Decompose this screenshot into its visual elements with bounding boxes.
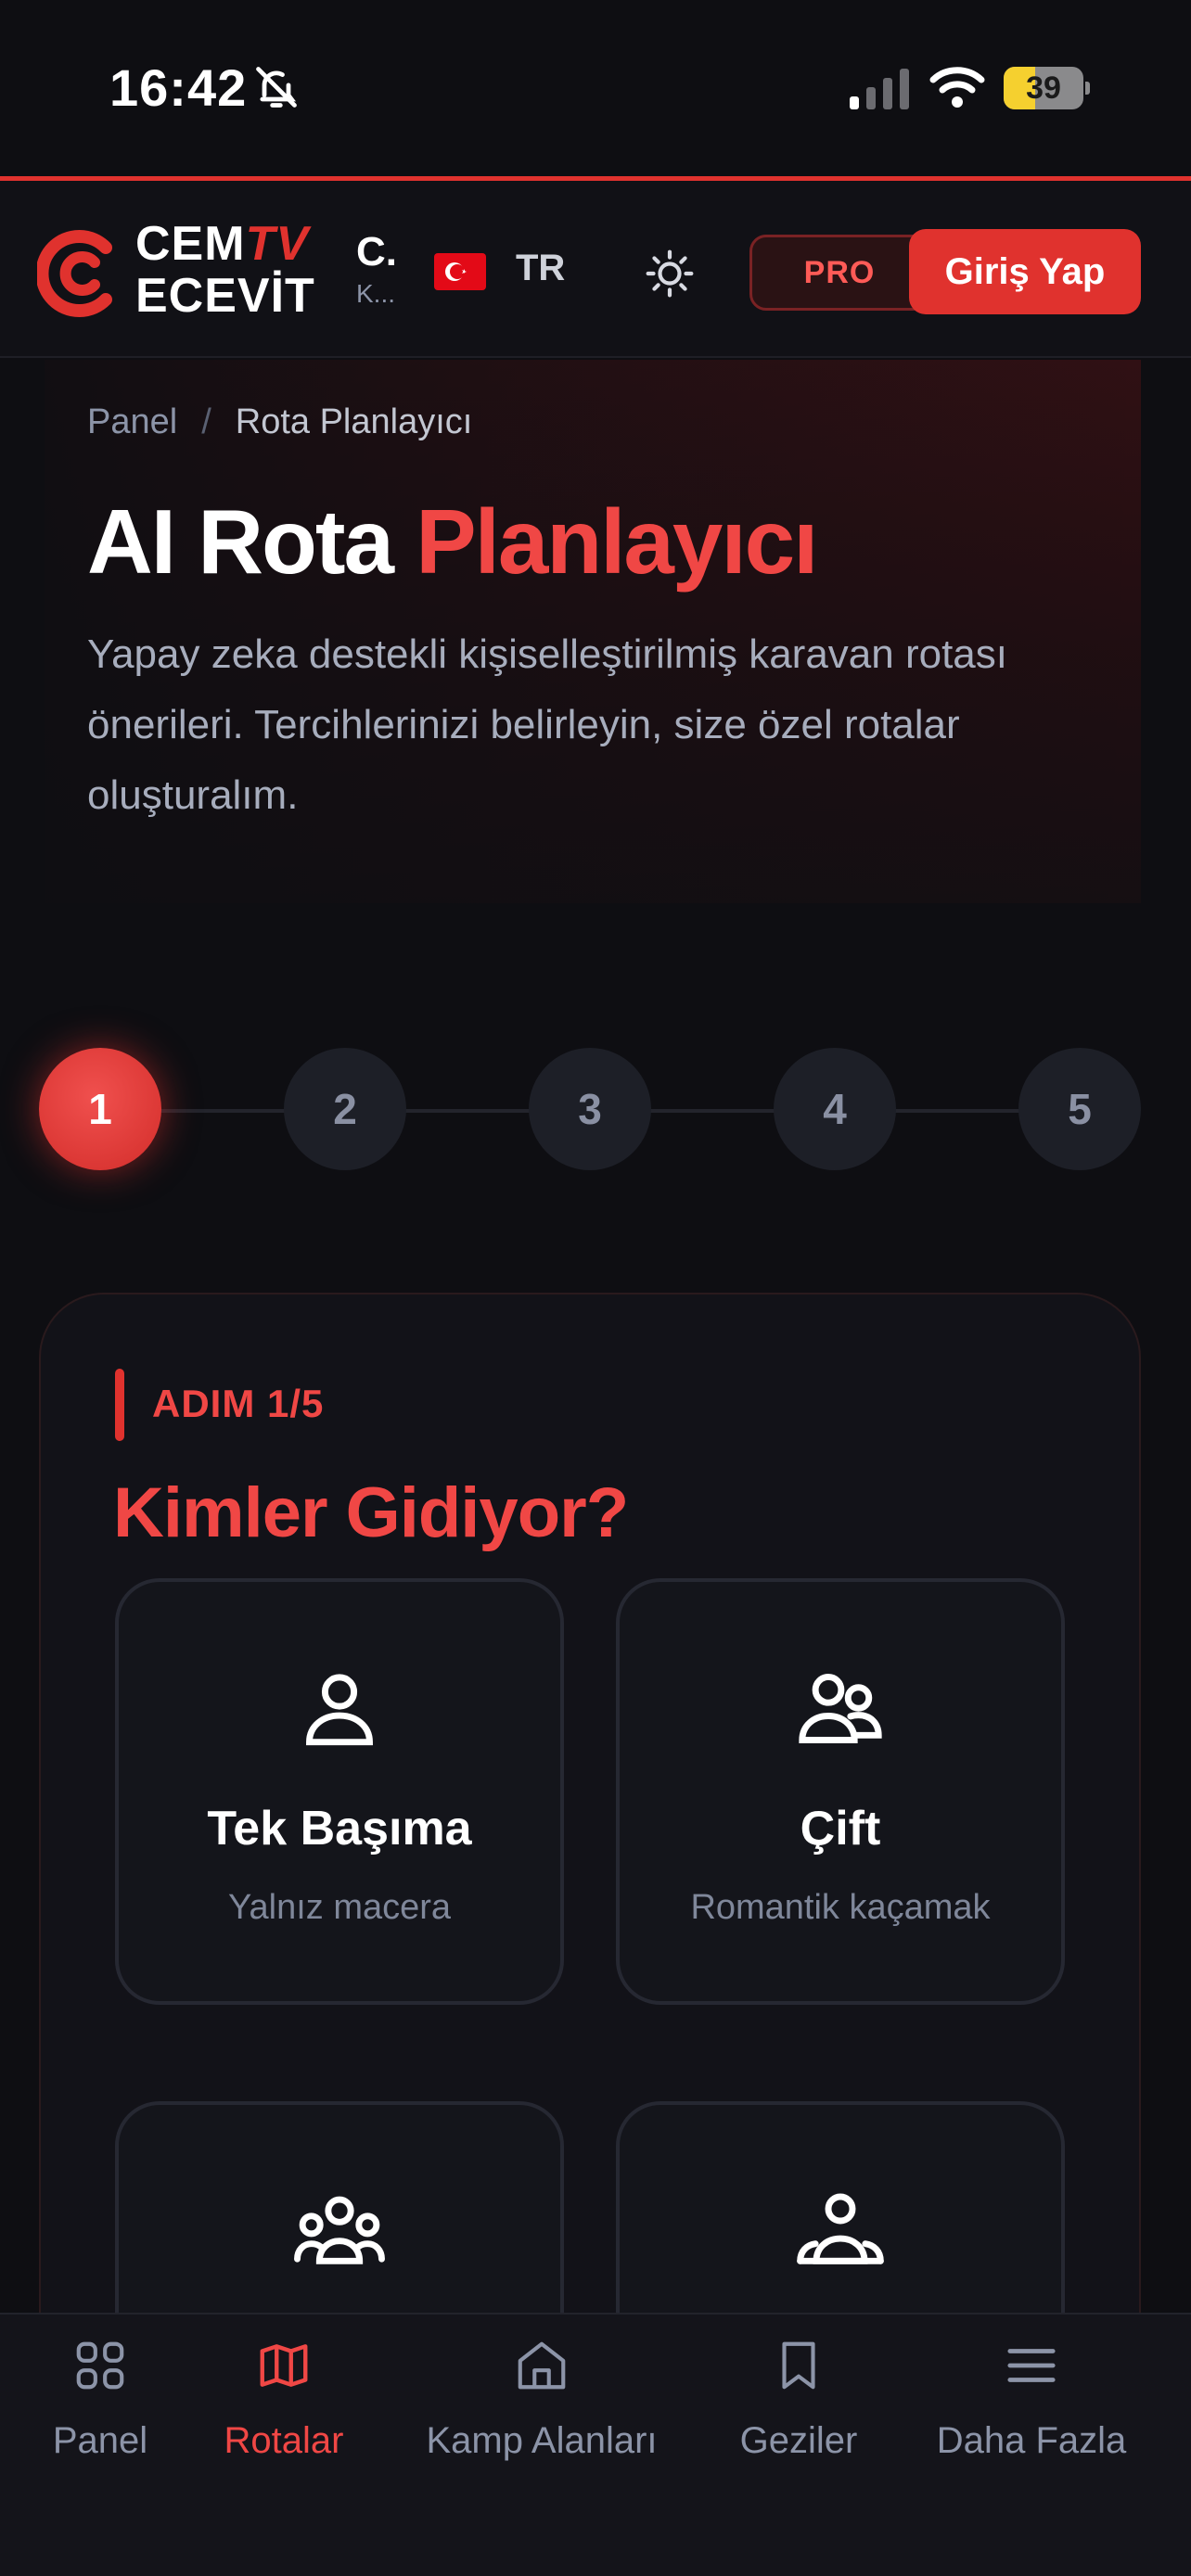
map-icon	[260, 2344, 308, 2387]
step-tag-accent-bar	[115, 1369, 124, 1441]
breadcrumb-current: Rota Planlayıcı	[235, 402, 473, 441]
step-5[interactable]: 5	[1018, 1048, 1141, 1170]
step-4[interactable]: 4	[774, 1048, 896, 1170]
bell-muted-icon	[256, 67, 297, 108]
group-icon	[294, 2196, 385, 2264]
couple-icon	[799, 1673, 882, 1743]
single-person-icon	[306, 1674, 373, 1746]
nav-label: Kamp Alanları	[426, 2420, 658, 2461]
status-time: 16:42	[109, 58, 248, 117]
step-tag: ADIM 1/5	[152, 1382, 325, 1425]
logo-cem: CEM	[135, 217, 246, 271]
language-selector[interactable]: TR	[516, 248, 565, 289]
brand-logo[interactable]: CEMTV ECEVİT	[135, 218, 339, 322]
logo-mark-icon[interactable]	[37, 227, 121, 320]
nav-label: Panel	[52, 2420, 148, 2461]
battery-indicator: 39	[1004, 67, 1090, 109]
nav-label: Daha Fazla	[936, 2420, 1127, 2461]
step-3[interactable]: 3	[529, 1048, 651, 1170]
battery-percent: 39	[1026, 70, 1061, 106]
breadcrumb-separator: /	[201, 402, 211, 441]
option-subtitle: Yalnız macera	[227, 1888, 452, 1927]
option-subtitle: Romantik kaçamak	[690, 1888, 991, 1927]
nav-label: Geziler	[739, 2420, 858, 2461]
pro-button[interactable]: PRO	[749, 235, 929, 311]
page-title-accent: Planlayıcı	[416, 491, 818, 593]
site-subtitle: K...	[356, 279, 396, 308]
logo-ecevit: ECEVİT	[135, 269, 315, 323]
nav-routes[interactable]: Rotalar	[213, 2337, 354, 2462]
step-2[interactable]: 2	[284, 1048, 406, 1170]
step-1[interactable]: 1	[39, 1048, 161, 1170]
breadcrumb: Panel / Rota Planlayıcı	[87, 402, 472, 442]
option-title: Çift	[800, 1802, 881, 1855]
option-couple[interactable]: Çift Romantik kaçamak	[616, 1578, 1065, 2005]
nav-trips[interactable]: Geziler	[729, 2337, 868, 2462]
bookmark-icon	[782, 2341, 815, 2390]
option-solo[interactable]: Tek Başıma Yalnız macera	[115, 1578, 564, 2005]
grid-icon	[76, 2341, 124, 2390]
nav-campsites[interactable]: Kamp Alanları	[412, 2337, 672, 2462]
page-title-main: AI Rota	[87, 491, 394, 593]
nav-label: Rotalar	[224, 2420, 344, 2461]
app-header: CEMTV ECEVİT C. K... TR PRO Giriş Yap	[0, 176, 1191, 358]
turkey-flag-icon[interactable]	[434, 253, 486, 290]
wifi-icon	[929, 67, 985, 108]
option-title: Tek Başıma	[207, 1802, 472, 1855]
menu-icon	[1007, 2349, 1056, 2382]
page-title: AI Rota Planlayıcı	[87, 490, 818, 594]
status-bar: 16:42 39	[0, 0, 1191, 176]
theme-toggle-sun-icon[interactable]	[644, 248, 696, 300]
nav-more[interactable]: Daha Fazla	[931, 2337, 1132, 2462]
logo-tv: TV	[245, 217, 310, 271]
home-icon	[518, 2341, 566, 2390]
breadcrumb-root[interactable]: Panel	[87, 402, 177, 441]
site-short-title: C.	[356, 229, 397, 274]
nav-panel[interactable]: Panel	[37, 2337, 163, 2462]
family-icon	[797, 2193, 884, 2264]
cellular-signal-icon	[850, 69, 909, 109]
question-title: Kimler Gidiyor?	[113, 1473, 629, 1552]
login-button[interactable]: Giriş Yap	[909, 229, 1141, 314]
hero-description: Yapay zeka destekli kişiselleştirilmiş k…	[87, 631, 1007, 818]
